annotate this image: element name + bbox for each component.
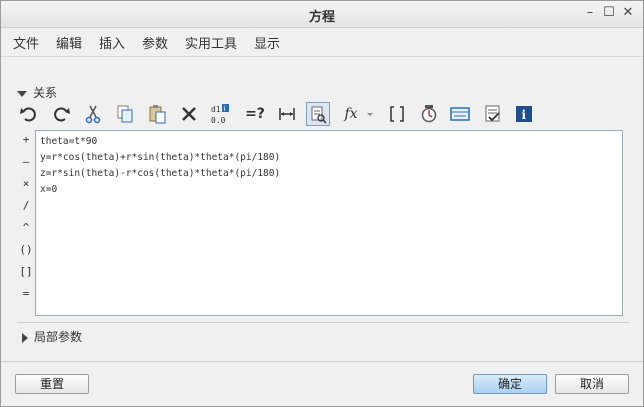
relations-editor[interactable]: theta=t*90 y=r*cos(theta)+r*sin(theta)*t… [35,130,623,316]
maximize-icon[interactable]: ☐ [601,5,617,21]
redo-icon[interactable] [49,102,73,126]
info-icon[interactable]: i [512,102,536,126]
equations-dialog: 方程 – ☐ ✕ 文件 编辑 插入 参数 实用工具 显示 关系 d1 i 0.0… [0,0,644,407]
window-title: 方程 [308,10,335,25]
ok-button[interactable]: 确定 [473,374,547,394]
relation-line[interactable]: theta=t*90 [40,134,622,150]
undo-icon[interactable] [17,102,41,126]
dim-value: 0.0 [211,116,226,125]
checklist-icon[interactable] [481,102,505,126]
relations-header: 关系 [33,86,58,100]
title-bar: 方程 – ☐ ✕ [1,1,643,28]
function-icon[interactable]: fx [339,102,363,126]
relations-toolbar: d1 i 0.0 =? fx i [17,102,537,128]
display-values-icon[interactable]: d1 i 0.0 [209,102,233,126]
expand-icon [22,332,28,343]
copy-icon[interactable] [113,102,137,126]
divider [17,322,629,323]
evaluate-icon[interactable]: =? [243,102,267,126]
local-params-label: 局部参数 [34,330,83,344]
paste-icon[interactable] [145,102,169,126]
minimize-icon[interactable]: – [582,5,598,21]
relation-line[interactable]: x=0 [40,182,622,198]
menu-display[interactable]: 显示 [254,33,280,52]
collapse-icon [17,90,27,97]
reset-button[interactable]: 重置 [15,374,89,394]
menu-utilities[interactable]: 实用工具 [185,33,237,52]
close-icon[interactable]: ✕ [620,5,636,21]
menu-parameters[interactable]: 参数 [142,33,168,52]
delete-icon[interactable] [177,102,201,126]
function-label: fx [344,106,358,122]
insert-dimension-icon[interactable] [275,102,299,126]
operator-equals[interactable]: = [17,287,35,300]
evaluate-label: =? [245,106,265,122]
local-params-toggle[interactable]: 局部参数 [22,328,82,345]
menu-edit[interactable]: 编辑 [56,33,82,52]
dim-label: d1 [211,105,221,114]
operator-power[interactable]: ^ [17,221,35,234]
relation-line[interactable]: z=r*sin(theta)-r*cos(theta)*theta*(pi/18… [40,166,622,182]
cancel-button[interactable]: 取消 [555,374,629,394]
menu-file[interactable]: 文件 [13,33,39,52]
info-glyph: i [522,108,527,122]
operator-multiply[interactable]: × [17,177,35,190]
brackets-icon[interactable] [385,102,409,126]
operator-plus[interactable]: + [17,133,35,146]
dim-info-glyph: i [224,105,226,113]
execute-icon[interactable] [417,102,441,126]
cut-icon[interactable] [81,102,105,126]
verify-icon[interactable] [448,102,472,126]
menu-insert[interactable]: 插入 [99,33,125,52]
operator-brackets[interactable]: [] [17,265,35,278]
operator-minus[interactable]: – [17,155,35,168]
sort-relations-icon[interactable] [306,102,330,126]
relations-section-toggle[interactable]: 关系 [17,84,57,101]
operator-parentheses[interactable]: () [17,243,35,256]
menu-bar: 文件 编辑 插入 参数 实用工具 显示 [1,28,643,57]
relation-line[interactable]: y=r*cos(theta)+r*sin(theta)*theta*(pi/18… [40,150,622,166]
footer-divider [1,361,643,362]
function-dropdown-icon[interactable] [363,102,377,126]
operator-divide[interactable]: / [17,199,35,212]
